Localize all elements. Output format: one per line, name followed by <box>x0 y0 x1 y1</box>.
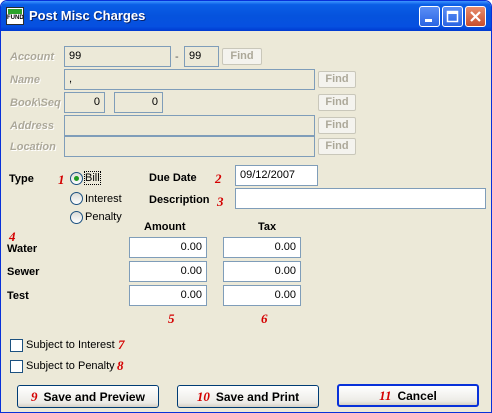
interest-marker: 7 <box>118 337 125 352</box>
print-marker: 10 <box>196 389 210 404</box>
type-bill-radio[interactable] <box>70 172 83 185</box>
sewer-label: Sewer <box>7 266 40 278</box>
type-interest-label[interactable]: Interest <box>85 193 122 205</box>
type-penalty-radio[interactable] <box>70 211 83 224</box>
description-field[interactable] <box>235 188 486 209</box>
type-marker: 1 <box>58 172 65 187</box>
water-tax-field[interactable]: 0.00 <box>223 237 301 258</box>
water-amount-field[interactable]: 0.00 <box>129 237 207 258</box>
preview-marker: 9 <box>31 389 38 404</box>
account-label: Account <box>10 51 54 63</box>
sewer-amount-field[interactable]: 0.00 <box>129 261 207 282</box>
location-find-button[interactable]: Find <box>318 138 356 155</box>
address-field[interactable] <box>64 115 315 136</box>
subject-to-interest-checkbox[interactable] <box>10 339 23 352</box>
type-penalty-label[interactable]: Penalty <box>85 211 122 223</box>
maximize-button[interactable] <box>442 6 463 27</box>
water-label: Water <box>7 243 38 255</box>
fund-app-icon: FUND <box>6 7 24 25</box>
book-field[interactable]: 0 <box>64 92 105 113</box>
cancel-marker: 11 <box>379 388 392 403</box>
bookseq-find-button[interactable]: Find <box>318 94 356 111</box>
close-icon <box>470 11 481 22</box>
window-title: Post Misc Charges <box>29 8 146 23</box>
due-date-field[interactable]: 09/12/2007 <box>235 165 318 186</box>
post-misc-charges-window: FUND Post Misc Charges Account 99 - 99 F… <box>0 0 492 413</box>
type-bill-label[interactable]: Bill <box>84 171 101 185</box>
minimize-icon <box>425 19 432 22</box>
type-interest-radio[interactable] <box>70 192 83 205</box>
save-and-preview-label: Save and Preview <box>43 390 145 404</box>
name-field[interactable]: , <box>64 69 315 90</box>
due-date-label: Due Date <box>149 172 197 184</box>
amount-marker: 5 <box>168 311 175 326</box>
description-marker: 3 <box>217 194 224 209</box>
test-tax-field[interactable]: 0.00 <box>223 285 301 306</box>
subject-to-penalty-checkbox[interactable] <box>10 360 23 373</box>
description-label: Description <box>149 194 210 206</box>
tax-marker: 6 <box>261 311 268 326</box>
account-separator: - <box>175 51 179 63</box>
account-suffix-field[interactable]: 99 <box>184 46 219 67</box>
save-and-print-label: Save and Print <box>215 390 300 404</box>
tax-header: Tax <box>258 221 277 233</box>
account-field[interactable]: 99 <box>64 46 171 67</box>
maximize-icon <box>446 10 459 23</box>
save-and-preview-button[interactable]: 9 Save and Preview <box>17 385 159 408</box>
name-label: Name <box>10 74 40 86</box>
close-button[interactable] <box>465 6 486 27</box>
cancel-label: Cancel <box>397 389 437 403</box>
minimize-button[interactable] <box>419 6 440 27</box>
name-find-button[interactable]: Find <box>318 71 356 88</box>
title-bar[interactable]: FUND Post Misc Charges <box>1 1 491 31</box>
location-field[interactable] <box>64 136 315 157</box>
address-find-button[interactable]: Find <box>318 117 356 134</box>
address-label: Address <box>10 120 55 132</box>
bookseq-label: Book\Seq <box>10 97 61 109</box>
location-label: Location <box>10 141 56 153</box>
seq-field[interactable]: 0 <box>114 92 163 113</box>
test-label: Test <box>7 290 29 302</box>
subject-to-interest-label[interactable]: Subject to Interest <box>26 339 115 351</box>
amount-header: Amount <box>144 221 186 233</box>
save-and-print-button[interactable]: 10 Save and Print <box>177 385 319 408</box>
account-find-button[interactable]: Find <box>222 48 262 65</box>
sewer-tax-field[interactable]: 0.00 <box>223 261 301 282</box>
type-label: Type <box>9 173 34 185</box>
test-amount-field[interactable]: 0.00 <box>129 285 207 306</box>
cancel-button[interactable]: 11 Cancel <box>337 384 479 407</box>
penalty-marker: 8 <box>117 358 124 373</box>
due-date-marker: 2 <box>215 171 222 186</box>
subject-to-penalty-label[interactable]: Subject to Penalty <box>26 360 115 372</box>
